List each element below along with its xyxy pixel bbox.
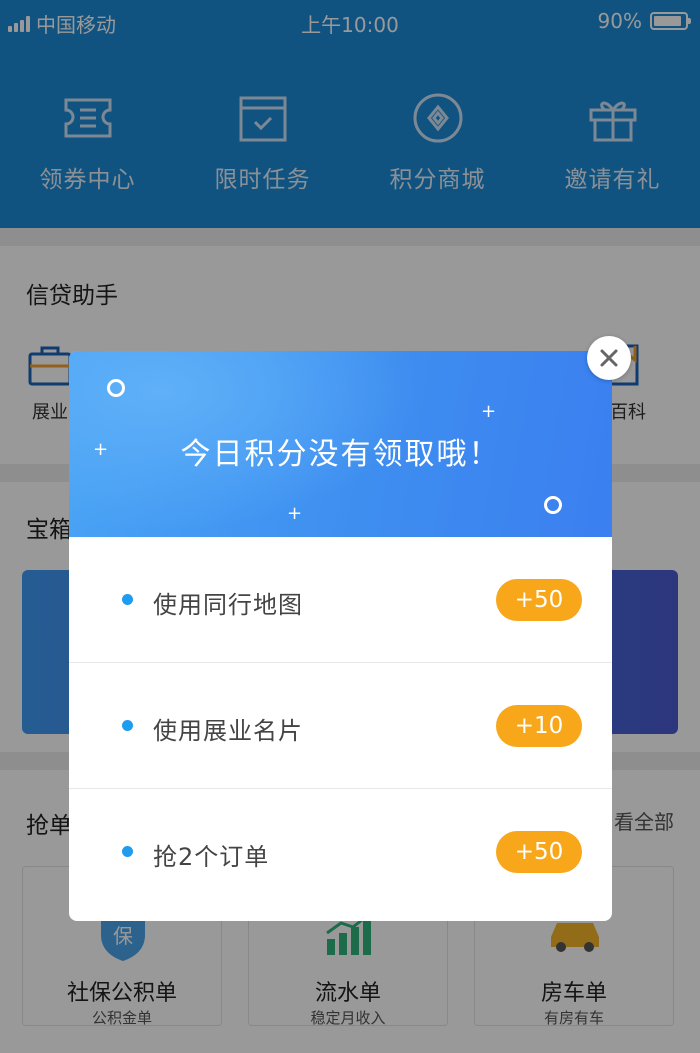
modal-title: 今日积分没有领取哦！ bbox=[180, 437, 501, 472]
points-badge[interactable]: +50 bbox=[496, 579, 582, 621]
bullet-dot-icon bbox=[122, 846, 133, 857]
decor-ring-icon bbox=[107, 379, 125, 397]
points-badge[interactable]: +50 bbox=[496, 831, 582, 873]
points-reminder-modal: + + + 今日积分没有领取哦！ 使用同行地图 +50 使用展业名片 +10 抢… bbox=[69, 351, 612, 921]
modal-close-button[interactable] bbox=[587, 336, 631, 380]
decor-ring-icon bbox=[544, 496, 562, 514]
bullet-dot-icon bbox=[122, 594, 133, 605]
decor-plus-icon: + bbox=[481, 401, 497, 422]
task-row[interactable]: 使用展业名片 +10 bbox=[69, 662, 612, 788]
decor-plus-icon: + bbox=[287, 503, 303, 524]
task-row[interactable]: 使用同行地图 +50 bbox=[69, 537, 612, 663]
close-icon bbox=[600, 349, 618, 367]
task-row[interactable]: 抢2个订单 +50 bbox=[69, 788, 612, 914]
bullet-dot-icon bbox=[122, 720, 133, 731]
task-label: 使用展业名片 bbox=[153, 717, 303, 745]
task-label: 抢2个订单 bbox=[153, 843, 270, 871]
modal-header: + + + 今日积分没有领取哦！ bbox=[69, 351, 612, 537]
points-badge[interactable]: +10 bbox=[496, 705, 582, 747]
task-label: 使用同行地图 bbox=[153, 591, 303, 619]
